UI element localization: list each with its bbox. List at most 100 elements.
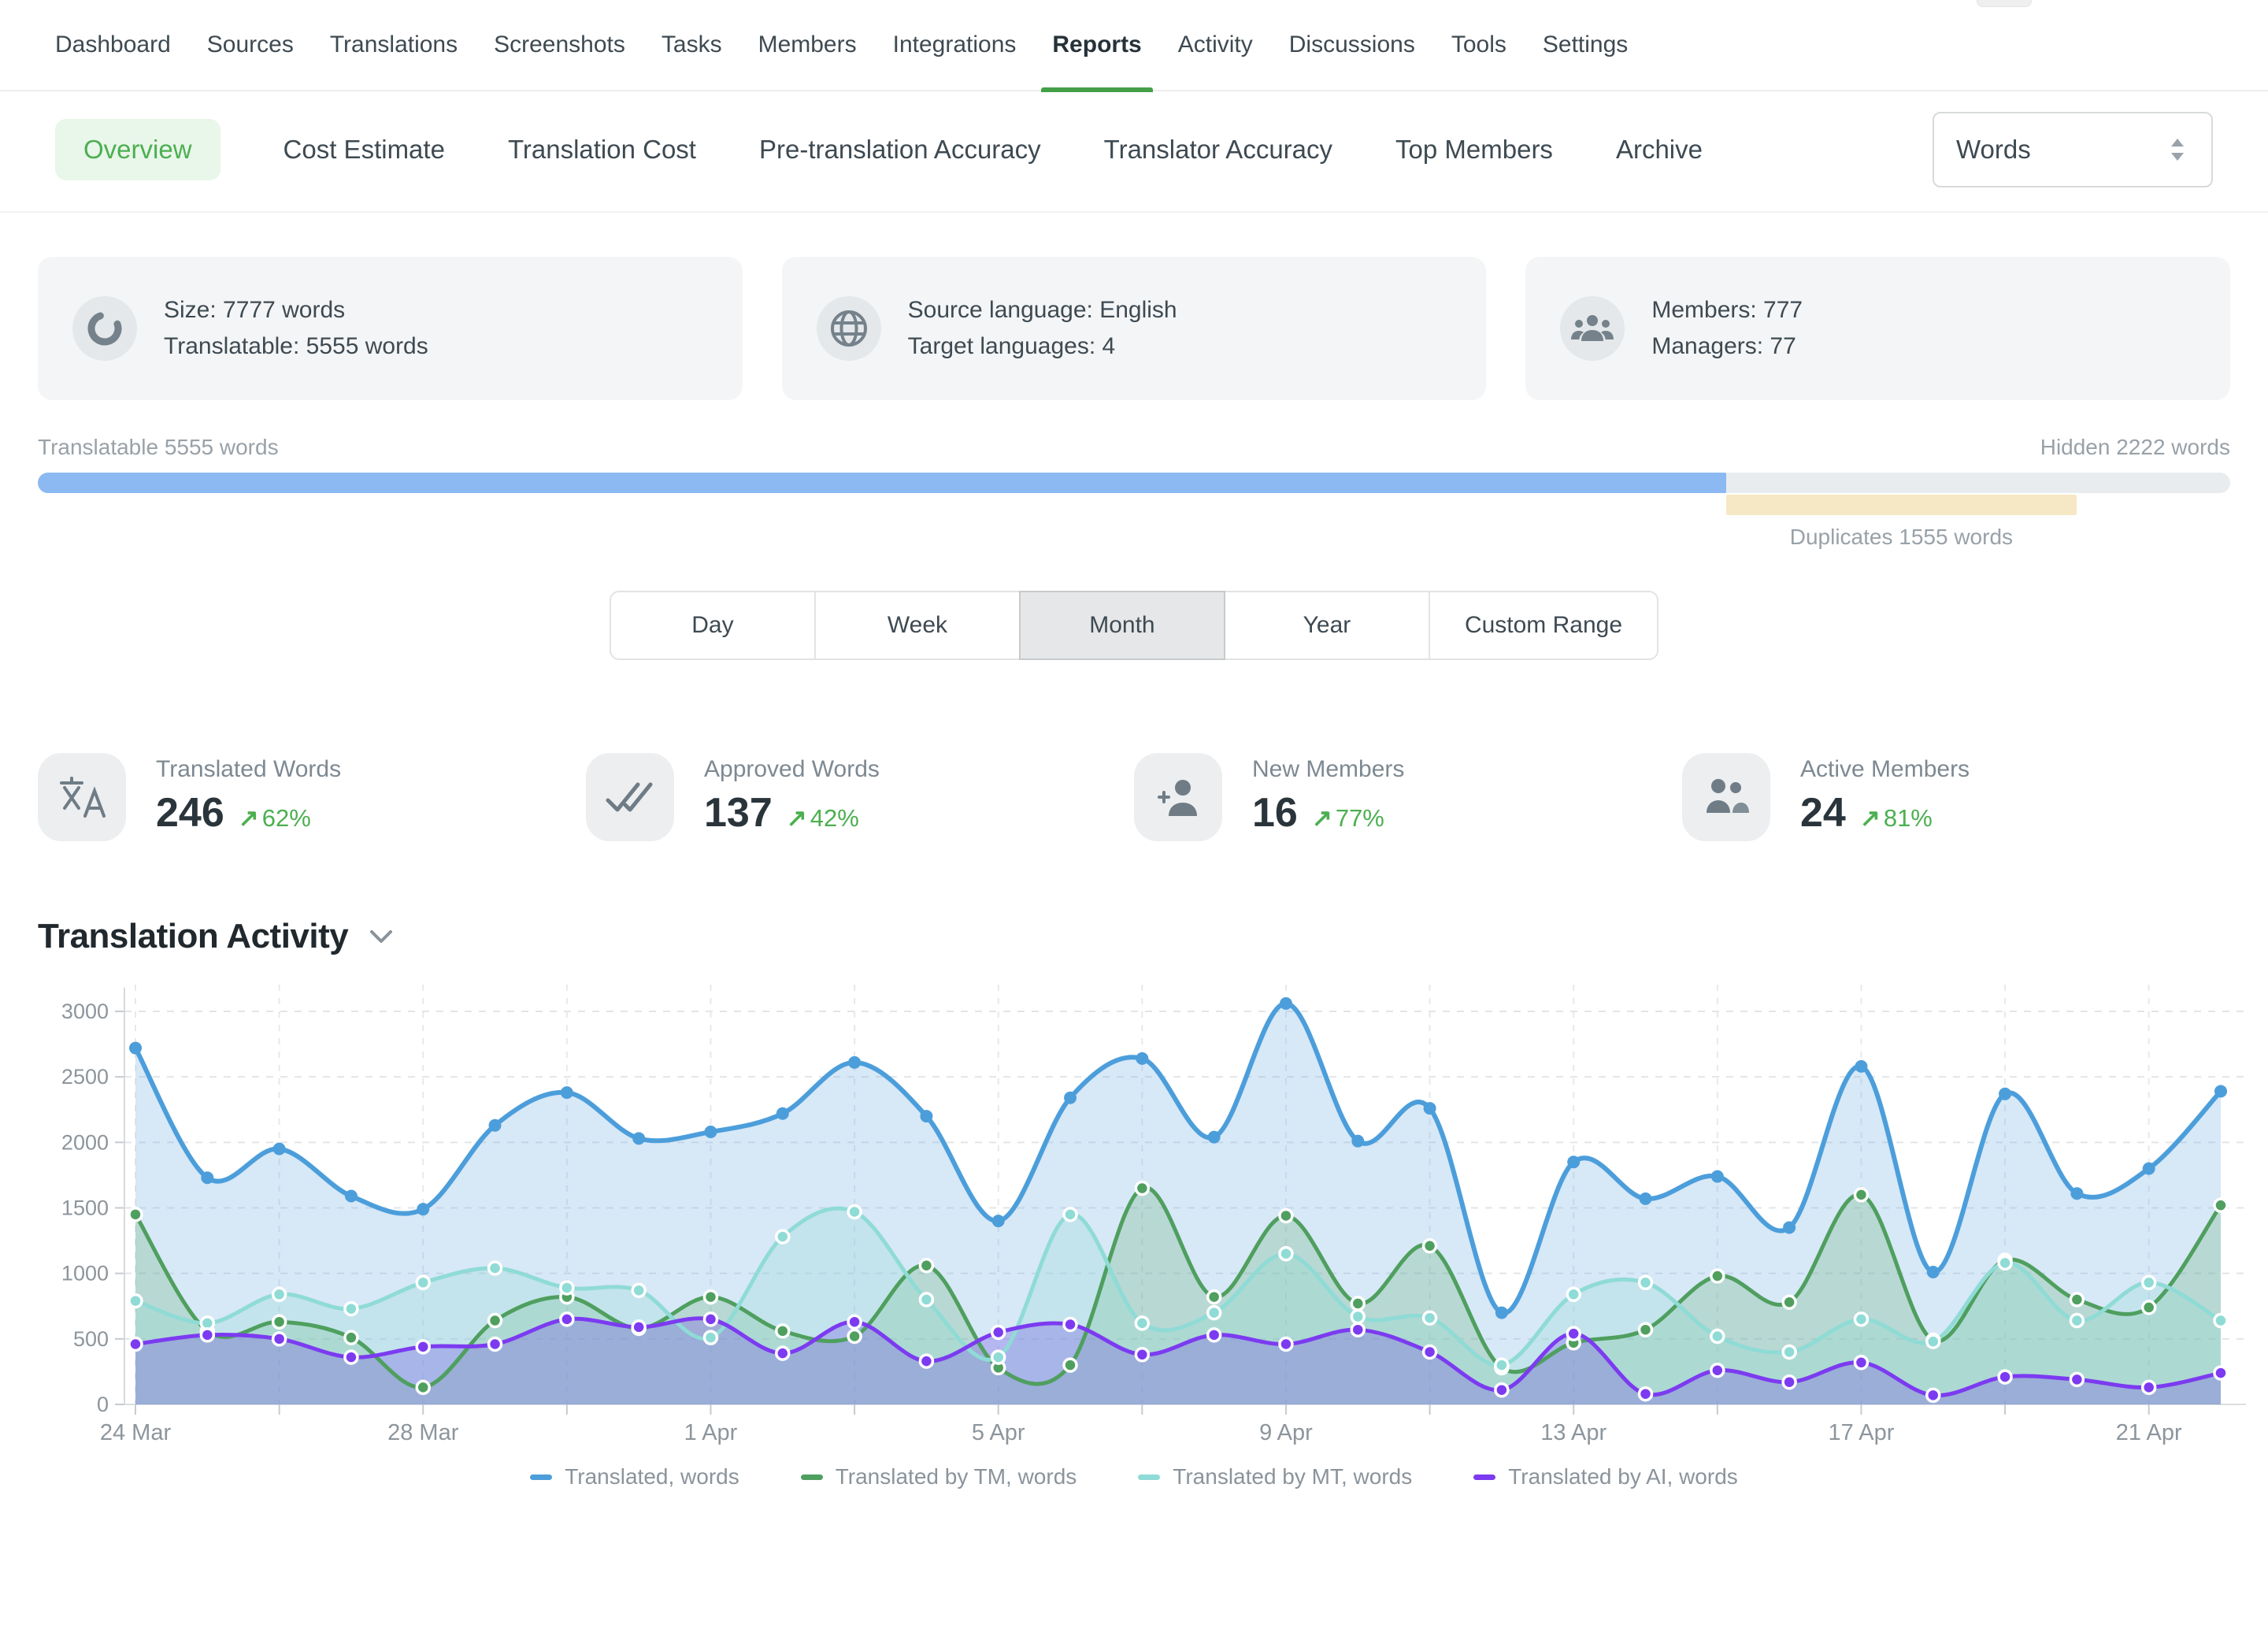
- svg-text:1500: 1500: [61, 1196, 109, 1220]
- unit-select[interactable]: Words: [1933, 112, 2213, 187]
- nav-item-activity[interactable]: Activity: [1178, 0, 1253, 91]
- stat-change: ↗62%: [239, 804, 311, 833]
- stat-value: 16: [1252, 789, 1298, 836]
- donut-icon: [72, 296, 137, 361]
- range-tab-week[interactable]: Week: [814, 591, 1021, 660]
- tab-top-members[interactable]: Top Members: [1395, 119, 1553, 180]
- tab-overview[interactable]: Overview: [55, 119, 220, 180]
- svg-text:1000: 1000: [61, 1262, 109, 1285]
- legend-item[interactable]: Translated by MT, words: [1138, 1464, 1412, 1489]
- stat-translated-words: Translated Words 246 ↗62%: [38, 753, 586, 841]
- translatable-words-label: Translatable 5555 words: [38, 435, 279, 460]
- select-spinner-icon: [2166, 136, 2189, 163]
- stat-value: 137: [704, 789, 773, 836]
- translatable-progress-fill: [38, 473, 1726, 493]
- stat-approved-words: Approved Words 137 ↗42%: [586, 753, 1134, 841]
- card-translatable-line: Translatable: 5555 words: [164, 328, 428, 365]
- svg-text:9 Apr: 9 Apr: [1259, 1420, 1313, 1445]
- stat-value: 24: [1800, 789, 1846, 836]
- hidden-words-label: Hidden 2222 words: [2040, 435, 2230, 460]
- legend-label: Translated by TM, words: [836, 1464, 1077, 1489]
- nav-item-members[interactable]: Members: [758, 0, 857, 91]
- tab-pre-translation-accuracy[interactable]: Pre-translation Accuracy: [759, 119, 1041, 180]
- range-tab-year[interactable]: Year: [1224, 591, 1430, 660]
- svg-text:5 Apr: 5 Apr: [972, 1420, 1025, 1445]
- nav-item-dashboard[interactable]: Dashboard: [55, 0, 171, 91]
- legend-item[interactable]: Translated by TM, words: [801, 1464, 1077, 1489]
- reports-sub-navigation: Overview Cost Estimate Translation Cost …: [0, 91, 2268, 213]
- chevron-down-icon[interactable]: [369, 929, 394, 944]
- legend-swatch: [801, 1475, 823, 1480]
- svg-text:500: 500: [73, 1327, 109, 1351]
- legend-swatch: [1473, 1475, 1495, 1480]
- range-tab-day[interactable]: Day: [610, 591, 816, 660]
- range-tab-month[interactable]: Month: [1019, 591, 1225, 660]
- svg-text:13 Apr: 13 Apr: [1540, 1420, 1606, 1445]
- svg-text:3000: 3000: [61, 1000, 109, 1023]
- svg-text:1 Apr: 1 Apr: [684, 1420, 738, 1445]
- nav-item-sources[interactable]: Sources: [207, 0, 294, 91]
- chart-canvas[interactable]: 05001000150020002500300024 Mar28 Mar1 Ap…: [0, 964, 2268, 1456]
- tab-translation-cost[interactable]: Translation Cost: [508, 119, 696, 180]
- summary-cards: Size: 7777 words Translatable: 5555 word…: [38, 257, 2230, 400]
- svg-text:21 Apr: 21 Apr: [2116, 1420, 2182, 1445]
- nav-item-reports[interactable]: Reports: [1052, 0, 1141, 91]
- card-members: Members: 777 Managers: 77: [1525, 257, 2230, 400]
- words-progress: Translatable 5555 words Hidden 2222 word…: [38, 435, 2230, 515]
- legend-label: Translated, words: [565, 1464, 739, 1489]
- stat-value: 246: [156, 789, 224, 836]
- tab-translator-accuracy[interactable]: Translator Accuracy: [1104, 119, 1332, 180]
- top-navigation: Dashboard Sources Translations Screensho…: [0, 0, 2268, 91]
- stat-change: ↗81%: [1860, 804, 1933, 833]
- double-check-icon: [586, 753, 674, 841]
- svg-text:0: 0: [97, 1393, 109, 1416]
- nav-item-settings[interactable]: Settings: [1543, 0, 1628, 91]
- nav-item-tools[interactable]: Tools: [1451, 0, 1506, 91]
- translate-icon: [38, 753, 126, 841]
- card-size-line: Size: 7777 words: [164, 292, 428, 328]
- date-range-tabs: Day Week Month Year Custom Range: [0, 591, 2268, 660]
- legend-item[interactable]: Translated, words: [530, 1464, 739, 1489]
- card-languages: Source language: English Target language…: [782, 257, 1487, 400]
- legend-label: Translated by AI, words: [1508, 1464, 1738, 1489]
- tab-cost-estimate[interactable]: Cost Estimate: [284, 119, 445, 180]
- stat-label: Approved Words: [704, 756, 880, 783]
- person-add-icon: [1134, 753, 1222, 841]
- legend-label: Translated by MT, words: [1173, 1464, 1412, 1489]
- nav-item-integrations[interactable]: Integrations: [893, 0, 1017, 91]
- nav-item-discussions[interactable]: Discussions: [1289, 0, 1415, 91]
- card-managers-line: Managers: 77: [1651, 328, 1803, 365]
- translation-activity-chart: 05001000150020002500300024 Mar28 Mar1 Ap…: [0, 964, 2268, 1489]
- stat-change: ↗42%: [787, 804, 859, 833]
- trend-up-icon: ↗: [239, 804, 259, 832]
- card-members-line: Members: 777: [1651, 292, 1803, 328]
- globe-icon: [817, 296, 881, 361]
- stat-label: New Members: [1252, 756, 1404, 783]
- cutoff-header-element: [1977, 0, 2032, 7]
- duplicates-label: Duplicates 1555 words: [1726, 525, 2077, 550]
- stat-change: ↗77%: [1312, 804, 1384, 833]
- trend-up-icon: ↗: [1312, 804, 1332, 832]
- card-target-languages-line: Target languages: 4: [908, 328, 1177, 365]
- svg-text:28 Mar: 28 Mar: [387, 1420, 459, 1445]
- card-project-size: Size: 7777 words Translatable: 5555 word…: [38, 257, 743, 400]
- legend-swatch: [1138, 1475, 1160, 1480]
- card-source-language-line: Source language: English: [908, 292, 1177, 328]
- svg-text:17 Apr: 17 Apr: [1829, 1420, 1895, 1445]
- stat-label: Translated Words: [156, 756, 341, 783]
- svg-text:24 Mar: 24 Mar: [100, 1420, 172, 1445]
- stat-active-members: Active Members 24 ↗81%: [1682, 753, 2230, 841]
- legend-swatch: [530, 1475, 552, 1480]
- nav-item-screenshots[interactable]: Screenshots: [494, 0, 625, 91]
- nav-item-tasks[interactable]: Tasks: [662, 0, 722, 91]
- stat-label: Active Members: [1800, 756, 1970, 783]
- stat-new-members: New Members 16 ↗77%: [1134, 753, 1682, 841]
- unit-select-value: Words: [1956, 135, 2031, 165]
- svg-text:2500: 2500: [61, 1065, 109, 1089]
- nav-item-translations[interactable]: Translations: [330, 0, 458, 91]
- legend-item[interactable]: Translated by AI, words: [1473, 1464, 1738, 1489]
- range-tab-custom-range[interactable]: Custom Range: [1429, 591, 1658, 660]
- tab-archive[interactable]: Archive: [1616, 119, 1703, 180]
- duplicates-bar-row: Duplicates 1555 words: [38, 495, 2230, 515]
- duplicates-fill: [1726, 495, 2077, 515]
